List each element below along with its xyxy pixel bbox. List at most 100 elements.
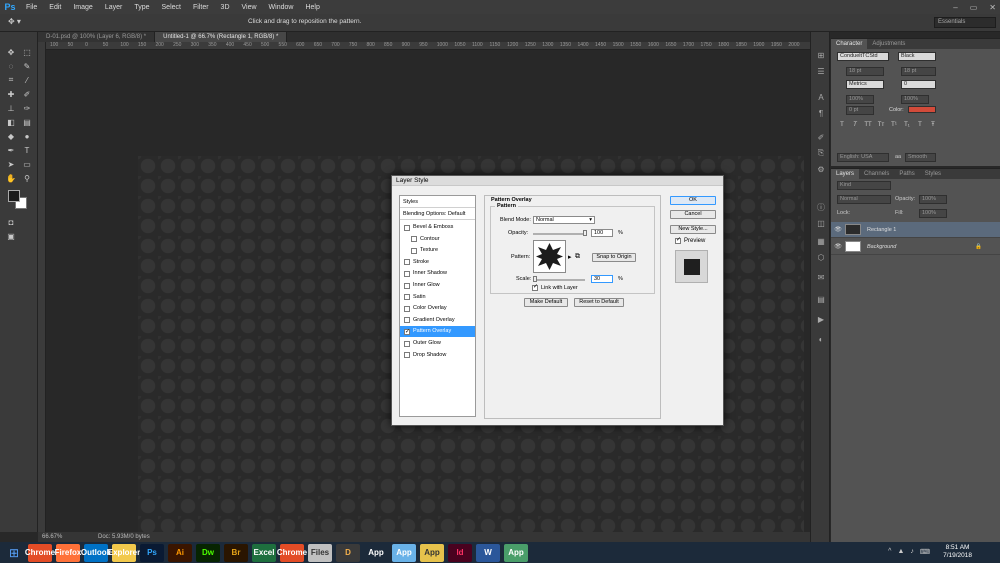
blend-mode-select[interactable]: Normal ▾ [533, 216, 595, 224]
menu-help[interactable]: Help [299, 4, 325, 11]
notes-icon[interactable]: ✉ [815, 272, 827, 282]
vertical-scale-field[interactable]: 100% [846, 95, 874, 104]
taskbar-app-w-icon[interactable]: W [476, 543, 500, 562]
style-item-inner-glow[interactable]: Inner Glow [400, 280, 475, 291]
link-with-layer-checkbox[interactable]: Link with Layer [532, 283, 578, 291]
eye-icon[interactable]: 👁 [831, 243, 845, 250]
style-item-drop-shadow[interactable]: Drop Shadow [400, 350, 475, 361]
taskbar-app-app-icon[interactable]: App [420, 543, 444, 562]
stamp-tool-icon[interactable]: ⊥ [4, 102, 18, 114]
menu-image[interactable]: Image [67, 4, 98, 11]
navigator-icon[interactable]: ◫ [815, 218, 827, 228]
menu-window[interactable]: Window [263, 4, 300, 11]
network-icon[interactable]: ▲ [897, 548, 904, 556]
doc-size[interactable]: Doc: 5.93M/0 bytes [98, 532, 150, 542]
reset-to-default-button[interactable]: Reset to Default [574, 298, 624, 307]
hand-tool-icon[interactable]: ✋ [4, 172, 18, 184]
tab-d01[interactable]: D-01.psd @ 100% (Layer 6, RGB/8) * [38, 32, 156, 42]
keyboard-icon[interactable]: ⌨ [920, 548, 930, 556]
history-brush-tool-icon[interactable]: ✑ [20, 102, 34, 114]
clock[interactable]: 8:51 AM 7/19/2018 [943, 544, 972, 560]
eyedropper-tool-icon[interactable]: ⁄ [20, 74, 34, 86]
superscript-icon[interactable]: T¹ [890, 122, 898, 130]
crop-tool-icon[interactable]: ⌗ [4, 74, 18, 86]
style-item-styles[interactable]: Styles [400, 197, 475, 208]
move-tool-preset-icon[interactable]: ✥ ▾ [8, 17, 21, 26]
pen-tool-icon[interactable]: ✒ [4, 144, 18, 156]
leading-field[interactable]: 18 pt [901, 67, 936, 76]
style-checkbox[interactable] [404, 305, 410, 312]
type-tool-icon[interactable]: T [20, 144, 34, 156]
style-item-contour[interactable]: Contour [400, 234, 475, 245]
baseline-shift-field[interactable]: 0 pt [846, 106, 874, 115]
tab-layers[interactable]: Layers [831, 169, 860, 179]
taskbar-app-app-icon[interactable]: App [392, 543, 416, 562]
link-checkbox-box[interactable] [532, 283, 538, 291]
style-checkbox[interactable] [411, 247, 417, 254]
taskbar-app-id-icon[interactable]: Id [448, 543, 472, 562]
style-checkbox[interactable] [404, 327, 410, 338]
all-caps-icon[interactable]: TT [864, 122, 872, 130]
taskbar-app-excel-icon[interactable]: Excel [252, 543, 276, 562]
tab-character[interactable]: Character [831, 39, 868, 49]
close-icon[interactable]: ✕ [989, 3, 996, 12]
style-checkbox[interactable] [404, 340, 410, 347]
menu-filter[interactable]: Filter [187, 4, 215, 11]
taskbar-app-firefox-icon[interactable]: Firefox [55, 543, 81, 562]
pattern-dropdown-icon[interactable]: ▸ [568, 253, 572, 261]
menu-view[interactable]: View [236, 4, 263, 11]
ruler-left[interactable] [38, 42, 46, 532]
layer-opacity-field[interactable]: 100% [919, 195, 947, 204]
font-style-select[interactable]: Black [898, 52, 936, 61]
subscript-icon[interactable]: T₁ [903, 122, 911, 130]
language-select[interactable]: English: USA [837, 153, 889, 162]
menu-layer[interactable]: Layer [99, 4, 129, 11]
layer-blend-select[interactable]: Normal [837, 195, 891, 204]
preview-checkbox-box[interactable] [675, 236, 681, 244]
taskbar-app-dw-icon[interactable]: Dw [196, 543, 220, 562]
actions-icon[interactable]: ▶ [815, 314, 827, 324]
small-caps-icon[interactable]: Tт [877, 122, 885, 130]
style-checkbox[interactable] [404, 282, 410, 289]
font-family-select[interactable]: CondueltTCStd [837, 52, 889, 61]
style-checkbox[interactable] [404, 270, 410, 277]
opacity-slider[interactable] [533, 233, 585, 235]
ruler-top[interactable]: 100 50 0 50 100 150 200 250 300 350 400 450 500 550 60… [46, 42, 810, 50]
zoom-tool-icon[interactable]: ⚲ [20, 172, 34, 184]
make-default-button[interactable]: Make Default [524, 298, 568, 307]
style-item-blending-options-default[interactable]: Blending Options: Default [400, 209, 475, 220]
scale-slider-thumb[interactable] [532, 276, 537, 282]
paragraph-icon[interactable]: ¶ [815, 108, 827, 118]
style-checkbox[interactable] [404, 352, 410, 359]
eye-icon[interactable]: 👁 [831, 226, 845, 233]
tray-arrow-icon[interactable]: ^ [888, 548, 891, 556]
tool-presets-icon[interactable]: ⚙ [815, 164, 827, 174]
character-icon[interactable]: A [815, 92, 827, 102]
layer-filter-select[interactable]: Kind [837, 181, 891, 190]
new-preset-icon[interactable]: ⧉ [575, 253, 580, 261]
swatches-icon[interactable]: ▦ [815, 236, 827, 246]
style-checkbox[interactable] [404, 294, 410, 301]
style-item-pattern-overlay[interactable]: Pattern Overlay [400, 326, 475, 338]
taskbar-app-chrome-icon[interactable]: Chrome [25, 543, 55, 562]
faux-italic-icon[interactable]: T [851, 122, 859, 130]
foreground-color-swatch[interactable] [8, 190, 20, 202]
marquee-tool-icon[interactable]: ⬚ [20, 46, 34, 58]
taskbar-app-app-icon[interactable]: App [364, 543, 388, 562]
tab-untitled-1[interactable]: Untitled-1 @ 66.7% (Rectangle 1, RGB/8) … [155, 32, 288, 42]
style-item-stroke[interactable]: Stroke [400, 257, 475, 268]
tracking-select[interactable]: 0 [901, 80, 936, 89]
workspace-select[interactable]: Essentials [934, 17, 996, 28]
strikethrough-icon[interactable]: Ŧ [929, 122, 937, 130]
style-checkbox[interactable] [404, 317, 410, 324]
history-icon[interactable]: ⊞ [815, 50, 827, 60]
volume-icon[interactable]: ♪ [910, 548, 914, 556]
taskbar-app-chrome-icon[interactable]: Chrome [277, 543, 307, 562]
minimize-icon[interactable]: – [953, 3, 957, 12]
style-item-bevel-emboss[interactable]: Bevel & Emboss [400, 222, 475, 233]
menu-edit[interactable]: Edit [43, 4, 67, 11]
taskbar-app-outlook-icon[interactable]: Outlook [81, 543, 111, 562]
kerning-select[interactable]: Metrics [846, 80, 884, 89]
adjustments-icon[interactable]: ◐ [815, 334, 827, 344]
path-select-tool-icon[interactable]: ➤ [4, 158, 18, 170]
